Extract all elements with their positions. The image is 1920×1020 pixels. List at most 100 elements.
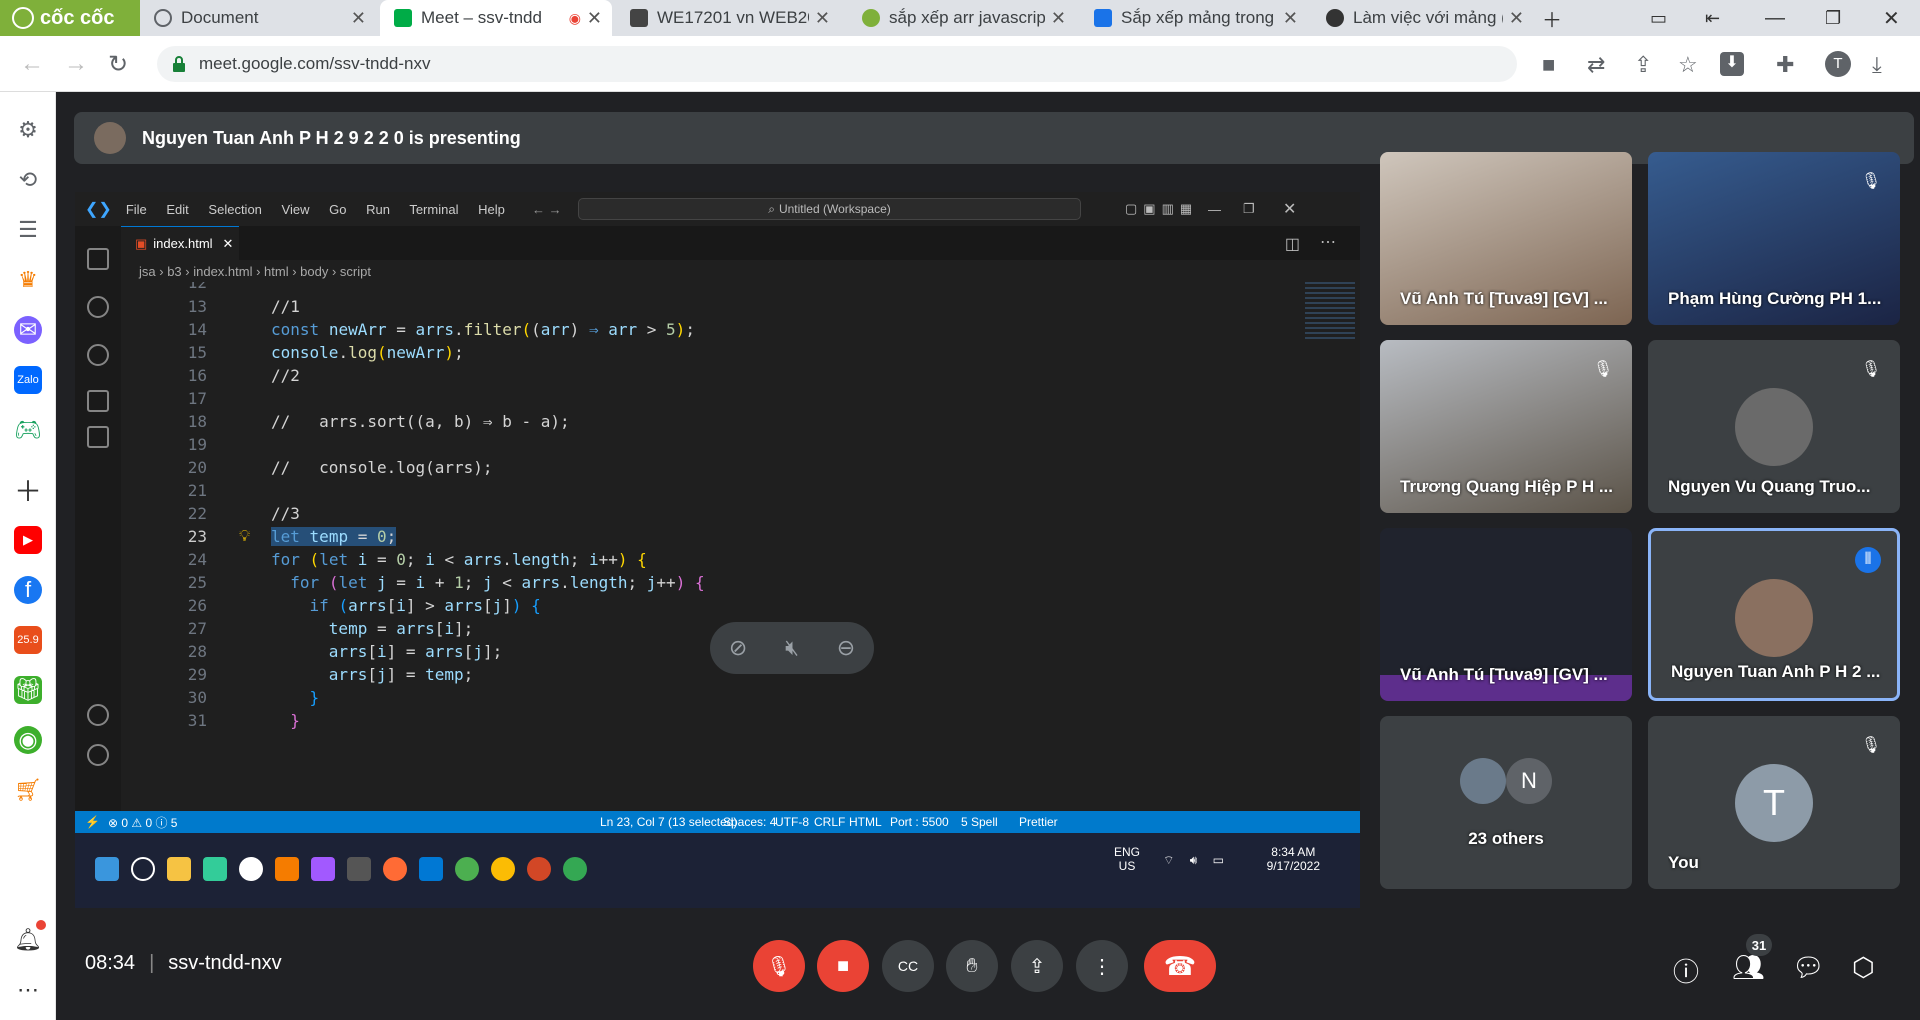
vs-minimize-button[interactable]: — bbox=[1208, 202, 1221, 217]
encoding[interactable]: UTF-8 bbox=[775, 815, 809, 829]
chrome-icon[interactable] bbox=[455, 857, 479, 881]
self-tile[interactable]: 🎙︎ T You bbox=[1648, 716, 1900, 889]
file-explorer-icon[interactable] bbox=[167, 857, 191, 881]
remote-icon[interactable]: ⚡ bbox=[85, 815, 100, 829]
remove-icon[interactable]: ⊖ bbox=[837, 635, 855, 661]
taskbar-search-icon[interactable] bbox=[131, 857, 155, 881]
menu-edit[interactable]: Edit bbox=[166, 202, 188, 217]
vscode-taskbar-icon[interactable] bbox=[419, 857, 443, 881]
terminal-icon[interactable] bbox=[347, 857, 371, 881]
maximize-button[interactable]: ❐ bbox=[1825, 0, 1841, 36]
tab-document[interactable]: Document ✕ bbox=[140, 0, 376, 36]
bookmark-star-icon[interactable]: ☆ bbox=[1678, 52, 1698, 78]
split-editor-icon[interactable]: ◫ bbox=[1285, 234, 1300, 254]
back-icon[interactable]: ← bbox=[20, 50, 44, 78]
xampp-icon[interactable] bbox=[275, 857, 299, 881]
participant-tile[interactable]: 🎙︎ Phạm Hùng Cường PH 1... bbox=[1648, 152, 1900, 325]
problems-count[interactable]: ⊗ 0 ⚠ 0 ⓘ 5 bbox=[108, 814, 178, 831]
file-tab[interactable]: ▣ index.html ✕ bbox=[121, 226, 239, 260]
settings-icon[interactable]: ⚙ bbox=[14, 116, 42, 144]
powerpoint-icon[interactable] bbox=[527, 857, 551, 881]
camera-blocked-icon[interactable]: ■ bbox=[1542, 52, 1555, 78]
menu-terminal[interactable]: Terminal bbox=[409, 202, 458, 217]
youtube-icon[interactable]: ▶ bbox=[14, 526, 42, 554]
chrome-icon[interactable] bbox=[563, 857, 587, 881]
translate-icon[interactable]: ⇄ bbox=[1587, 52, 1605, 78]
close-tab-icon[interactable]: ✕ bbox=[1051, 8, 1066, 29]
crumb-html[interactable]: html bbox=[264, 264, 289, 279]
participant-tile[interactable]: 🎙︎ Nguyen Vu Quang Truo... bbox=[1648, 340, 1900, 513]
menu-run[interactable]: Run bbox=[366, 202, 390, 217]
command-search[interactable]: ⌕ Untitled (Workspace) bbox=[578, 198, 1081, 220]
history-icon[interactable]: ⟲ bbox=[14, 166, 42, 194]
menu-go[interactable]: Go bbox=[329, 202, 346, 217]
close-window-button[interactable]: ✕ bbox=[1883, 0, 1900, 36]
pin-off-icon[interactable]: ⊘ bbox=[729, 635, 747, 661]
facebook-icon[interactable]: f bbox=[14, 576, 42, 604]
prettier[interactable]: Prettier bbox=[1019, 815, 1058, 829]
url-field[interactable]: meet.google.com/ssv-tndd-nxv bbox=[157, 46, 1517, 82]
cursor-position[interactable]: Ln 23, Col 7 (13 selected) bbox=[600, 815, 737, 829]
cast-icon[interactable]: ▭ bbox=[1650, 0, 1667, 36]
notifications-icon[interactable]: 🔔︎ bbox=[14, 926, 42, 954]
minimap[interactable] bbox=[1305, 282, 1355, 342]
app-icon[interactable] bbox=[239, 857, 263, 881]
crumb-body[interactable]: body bbox=[300, 264, 328, 279]
download-video-icon[interactable]: ⬇ bbox=[1720, 52, 1744, 76]
sale-icon[interactable]: 25.9 bbox=[14, 626, 42, 654]
present-button[interactable]: ⇪ bbox=[1011, 940, 1063, 992]
chat-icon[interactable]: 💬︎ bbox=[1792, 952, 1825, 983]
menu-selection[interactable]: Selection bbox=[208, 202, 261, 217]
crumb-script[interactable]: script bbox=[340, 264, 371, 279]
source-control-icon[interactable] bbox=[87, 390, 109, 412]
gift-icon[interactable]: 🎁︎ bbox=[14, 676, 42, 704]
coccoc-map-icon[interactable]: ◉ bbox=[14, 726, 42, 754]
coccoc-brand[interactable]: cốc cốc bbox=[0, 0, 140, 36]
start-icon[interactable] bbox=[95, 857, 119, 881]
chrome-icon[interactable] bbox=[491, 857, 515, 881]
reload-icon[interactable]: ↻ bbox=[108, 50, 128, 79]
camera-toggle-button[interactable]: ■ bbox=[817, 940, 869, 992]
menu-help[interactable]: Help bbox=[478, 202, 505, 217]
crumb-file[interactable]: index.html bbox=[193, 264, 252, 279]
tray-clock[interactable]: 8:34 AM 9/17/2022 bbox=[1267, 845, 1320, 873]
close-tab-icon[interactable]: ✕ bbox=[1509, 8, 1524, 29]
add-app-icon[interactable]: ＋ bbox=[14, 476, 42, 507]
more-actions-icon[interactable]: ⋯ bbox=[1320, 232, 1336, 252]
figma-icon[interactable] bbox=[311, 857, 335, 881]
back-history-icon[interactable]: ⇤ bbox=[1705, 0, 1720, 36]
mute-off-icon[interactable]: 🔇︎ bbox=[785, 635, 799, 661]
layout-icons[interactable]: ▢▣▥▦ bbox=[1125, 201, 1198, 217]
sublime-icon[interactable] bbox=[383, 857, 407, 881]
eol[interactable]: CRLF bbox=[814, 815, 845, 829]
menu-file[interactable]: File bbox=[126, 202, 147, 217]
forward-icon[interactable]: → bbox=[64, 50, 88, 78]
manage-gear-icon[interactable] bbox=[87, 744, 109, 766]
crown-icon[interactable]: ♛ bbox=[14, 266, 42, 294]
close-tab-icon[interactable]: ✕ bbox=[1283, 8, 1298, 29]
menu-view[interactable]: View bbox=[282, 202, 310, 217]
extensions-panel-icon[interactable] bbox=[87, 426, 109, 448]
participant-tile[interactable]: 🎙︎ Trương Quang Hiệp P H ... bbox=[1380, 340, 1632, 513]
spell-check[interactable]: 5 Spell bbox=[961, 815, 998, 829]
tab-sort-js[interactable]: sắp xếp arr javascrip ✕ bbox=[848, 0, 1076, 36]
share-icon[interactable]: ⇪ bbox=[1634, 52, 1652, 78]
close-tab-icon[interactable]: ✕ bbox=[351, 8, 366, 29]
search-panel-icon[interactable] bbox=[87, 344, 109, 366]
downloads-icon[interactable]: ⤓ bbox=[1872, 52, 1882, 78]
indent-setting[interactable]: Spaces: 4 bbox=[723, 815, 776, 829]
participant-tile-active[interactable]: ⦀ Nguyen Tuan Anh P H 2 ... bbox=[1648, 528, 1900, 701]
more-options-button[interactable]: ⋮ bbox=[1076, 940, 1128, 992]
crumb-b3[interactable]: b3 bbox=[167, 264, 181, 279]
minimize-button[interactable]: — bbox=[1765, 0, 1785, 36]
tab-array-work[interactable]: Làm việc với mảng (✕ bbox=[1312, 0, 1534, 36]
explorer-icon[interactable] bbox=[87, 248, 109, 270]
tab-sort-array[interactable]: Sắp xếp mảng trong ✕ bbox=[1080, 0, 1308, 36]
close-file-icon[interactable]: ✕ bbox=[223, 236, 234, 252]
close-tab-icon[interactable]: ✕ bbox=[815, 8, 830, 29]
new-tab-button[interactable]: ＋ bbox=[1542, 0, 1562, 36]
more-icon[interactable]: ⋯ bbox=[14, 976, 42, 1004]
code-editor[interactable]: 12 13//1 14 const newArr = arrs.filter((a… bbox=[121, 282, 1301, 811]
vs-restore-button[interactable]: ❐ bbox=[1243, 201, 1255, 217]
activities-icon[interactable]: ⬡ bbox=[1852, 952, 1875, 983]
